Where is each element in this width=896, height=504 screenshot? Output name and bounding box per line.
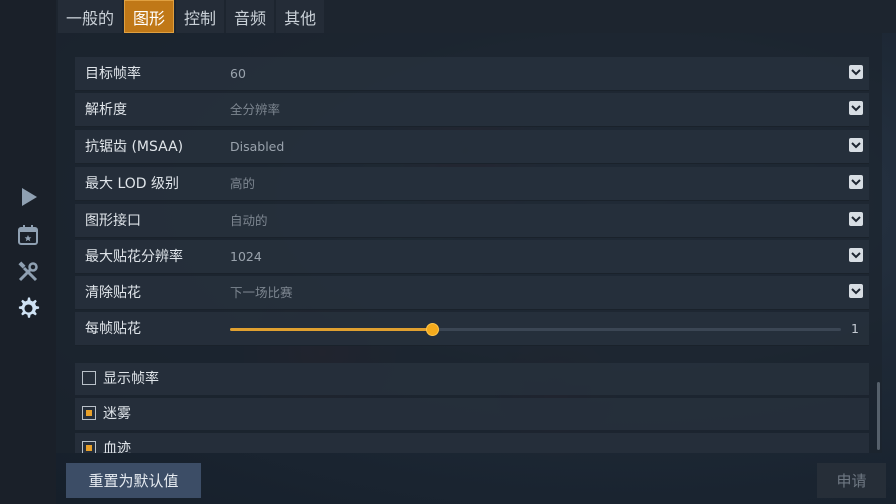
blood-label: 血迹 <box>103 441 131 453</box>
side-rail <box>0 0 56 504</box>
resolution-value: 全分辨率 <box>230 102 281 117</box>
decals-per-frame-row: 每帧贴花 1 <box>75 312 869 346</box>
graphics-api-dropdown[interactable]: 图形接口 自动的 <box>75 204 869 238</box>
chevron-down-icon <box>849 212 863 226</box>
decals-per-frame-slider[interactable] <box>230 323 841 336</box>
decal-resolution-dropdown[interactable]: 最大贴花分辨率 1024 <box>75 240 869 274</box>
msaa-value: Disabled <box>230 139 285 154</box>
target-fps-dropdown[interactable]: 目标帧率 60 <box>75 57 869 91</box>
blood-checkbox[interactable]: 血迹 <box>75 433 869 453</box>
tab-audio[interactable]: 音频 <box>226 0 275 33</box>
chevron-down-icon <box>849 284 863 298</box>
decals-per-frame-label: 每帧贴花 <box>85 321 141 337</box>
tab-graphics[interactable]: 图形 <box>124 0 175 33</box>
tab-other[interactable]: 其他 <box>276 0 325 33</box>
slider-fill <box>230 328 432 331</box>
max-lod-value: 高的 <box>230 176 256 191</box>
settings-tabs: 一般的 图形 控制 音频 其他 <box>56 0 896 33</box>
checkbox-box[interactable] <box>82 406 96 420</box>
chevron-down-icon <box>849 248 863 262</box>
slider-thumb[interactable] <box>425 323 439 336</box>
msaa-label: 抗锯齿 (MSAA) <box>85 139 184 155</box>
target-fps-value: 60 <box>230 66 246 81</box>
clear-decals-label: 清除贴花 <box>85 285 141 301</box>
chevron-down-icon <box>849 175 863 189</box>
apply-button[interactable]: 申请 <box>817 463 886 498</box>
clear-decals-value: 下一场比赛 <box>230 285 293 300</box>
checkbox-box[interactable] <box>82 371 96 385</box>
tab-controls[interactable]: 控制 <box>176 0 225 33</box>
tools-icon[interactable] <box>14 258 42 286</box>
checkbox-box[interactable] <box>82 441 96 453</box>
gear-icon[interactable] <box>14 294 42 322</box>
decals-per-frame-value: 1 <box>851 321 859 336</box>
graphics-api-value: 自动的 <box>230 213 268 228</box>
play-icon[interactable] <box>14 183 42 211</box>
show-fps-checkbox[interactable]: 显示帧率 <box>75 363 869 395</box>
tab-general[interactable]: 一般的 <box>58 0 123 33</box>
decal-resolution-value: 1024 <box>230 249 262 264</box>
decal-resolution-label: 最大贴花分辨率 <box>85 249 183 265</box>
chevron-down-icon <box>849 101 863 115</box>
msaa-dropdown[interactable]: 抗锯齿 (MSAA) Disabled <box>75 130 869 164</box>
resolution-dropdown[interactable]: 解析度 全分辨率 <box>75 93 869 127</box>
show-fps-label: 显示帧率 <box>103 371 159 387</box>
max-lod-label: 最大 LOD 级别 <box>85 176 180 192</box>
fog-checkbox[interactable]: 迷雾 <box>75 398 869 430</box>
resolution-label: 解析度 <box>85 102 127 118</box>
fog-label: 迷雾 <box>103 406 131 422</box>
graphics-settings-panel: 目标帧率 60 解析度 全分辨率 抗锯齿 (MSAA) Disabled 最大 … <box>56 33 882 453</box>
calendar-icon[interactable] <box>14 221 42 249</box>
clear-decals-dropdown[interactable]: 清除贴花 下一场比赛 <box>75 276 869 310</box>
graphics-api-label: 图形接口 <box>85 213 141 229</box>
max-lod-dropdown[interactable]: 最大 LOD 级别 高的 <box>75 167 869 201</box>
chevron-down-icon <box>849 65 863 79</box>
target-fps-label: 目标帧率 <box>85 66 141 82</box>
chevron-down-icon <box>849 138 863 152</box>
scrollbar[interactable] <box>877 382 880 450</box>
reset-defaults-button[interactable]: 重置为默认值 <box>66 463 201 498</box>
